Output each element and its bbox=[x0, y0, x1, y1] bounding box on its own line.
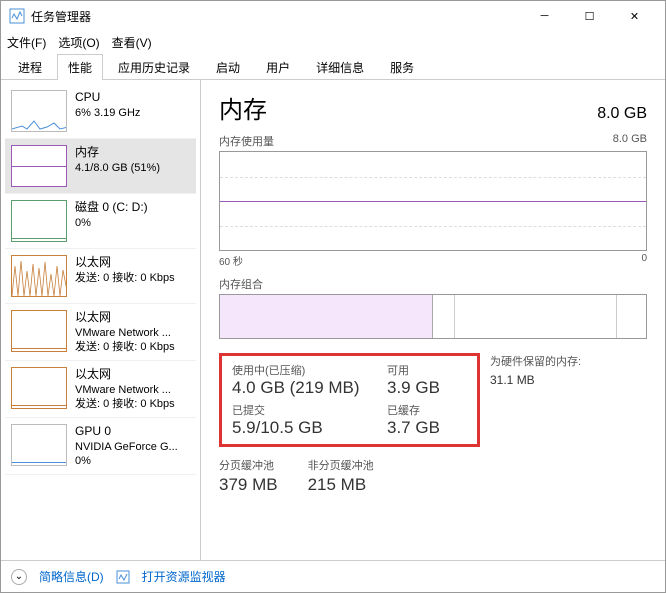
cpu-name: CPU bbox=[75, 90, 190, 104]
eth3-thumb bbox=[11, 367, 67, 409]
eth1-thumb bbox=[11, 255, 67, 297]
mem-name: 内存 bbox=[75, 145, 190, 159]
disk-sub: 0% bbox=[75, 216, 190, 230]
reserved-label: 为硬件保留的内存: bbox=[490, 353, 581, 369]
in-use-value: 4.0 GB (219 MB) bbox=[232, 378, 387, 398]
content-area: 内存 8.0 GB 内存使用量 8.0 GB 60 秒 0 内存组合 使用中(已… bbox=[201, 80, 665, 560]
mem-sub: 4.1/8.0 GB (51%) bbox=[75, 161, 190, 175]
eth3-name: 以太网 bbox=[75, 367, 190, 381]
tab-services[interactable]: 服务 bbox=[379, 54, 425, 80]
eth3-sub2: 发送: 0 接收: 0 Kbps bbox=[75, 397, 190, 411]
tab-startup[interactable]: 启动 bbox=[205, 54, 251, 80]
eth2-name: 以太网 bbox=[75, 310, 190, 324]
taskmgr-icon bbox=[9, 8, 25, 24]
open-resmon-link[interactable]: 打开资源监视器 bbox=[142, 568, 226, 585]
avail-label: 可用 bbox=[387, 362, 467, 378]
cpu-sub: 6% 3.19 GHz bbox=[75, 106, 190, 120]
gpu-thumb bbox=[11, 424, 67, 466]
axis-right: 0 bbox=[641, 253, 647, 268]
comp-label: 内存组合 bbox=[219, 276, 263, 292]
tab-processes[interactable]: 进程 bbox=[7, 54, 53, 80]
cached-value: 3.7 GB bbox=[387, 418, 467, 438]
usage-label: 内存使用量 bbox=[219, 133, 274, 149]
cpu-thumb bbox=[11, 90, 67, 132]
tab-users[interactable]: 用户 bbox=[255, 54, 301, 80]
nonpaged-label: 非分页缓冲池 bbox=[308, 457, 374, 473]
menu-view[interactable]: 查看(V) bbox=[112, 34, 152, 51]
eth3-sub1: VMware Network ... bbox=[75, 383, 190, 397]
cached-label: 已缓存 bbox=[387, 402, 467, 418]
sidebar-item-disk[interactable]: 磁盘 0 (C: D:) 0% bbox=[5, 194, 196, 249]
mem-thumb bbox=[11, 145, 67, 187]
disk-thumb bbox=[11, 200, 67, 242]
tab-details[interactable]: 详细信息 bbox=[305, 54, 375, 80]
eth2-sub2: 发送: 0 接收: 0 Kbps bbox=[75, 340, 190, 354]
sidebar-item-gpu[interactable]: GPU 0 NVIDIA GeForce G...0% bbox=[5, 418, 196, 475]
gpu-sub2: 0% bbox=[75, 454, 190, 468]
gpu-name: GPU 0 bbox=[75, 424, 190, 438]
in-use-label: 使用中(已压缩) bbox=[232, 362, 387, 378]
menu-file[interactable]: 文件(F) bbox=[7, 34, 46, 51]
main-area: CPU 6% 3.19 GHz 内存 4.1/8.0 GB (51%) 磁盘 0 (… bbox=[1, 80, 665, 560]
sidebar-item-cpu[interactable]: CPU 6% 3.19 GHz bbox=[5, 84, 196, 139]
sidebar: CPU 6% 3.19 GHz 内存 4.1/8.0 GB (51%) 磁盘 0 (… bbox=[1, 80, 201, 560]
reserved-value: 31.1 MB bbox=[490, 373, 581, 387]
nonpaged-value: 215 MB bbox=[308, 475, 374, 495]
page-title: 内存 bbox=[219, 90, 267, 125]
sidebar-item-memory[interactable]: 内存 4.1/8.0 GB (51%) bbox=[5, 139, 196, 194]
gpu-sub1: NVIDIA GeForce G... bbox=[75, 440, 190, 454]
tab-bar: 进程 性能 应用历史记录 启动 用户 详细信息 服务 bbox=[1, 53, 665, 80]
total-memory: 8.0 GB bbox=[597, 105, 647, 123]
sidebar-item-eth3[interactable]: 以太网 VMware Network ...发送: 0 接收: 0 Kbps bbox=[5, 361, 196, 418]
axis-left: 60 秒 bbox=[219, 253, 243, 268]
disk-name: 磁盘 0 (C: D:) bbox=[75, 200, 190, 214]
eth1-sub: 发送: 0 接收: 0 Kbps bbox=[75, 271, 190, 285]
avail-value: 3.9 GB bbox=[387, 378, 467, 398]
tab-app-history[interactable]: 应用历史记录 bbox=[107, 54, 201, 80]
commit-label: 已提交 bbox=[232, 402, 387, 418]
sidebar-item-eth2[interactable]: 以太网 VMware Network ...发送: 0 接收: 0 Kbps bbox=[5, 304, 196, 361]
eth1-name: 以太网 bbox=[75, 255, 190, 269]
eth2-thumb bbox=[11, 310, 67, 352]
paged-label: 分页缓冲池 bbox=[219, 457, 278, 473]
memory-composition-chart bbox=[219, 294, 647, 339]
memory-usage-chart bbox=[219, 151, 647, 251]
commit-value: 5.9/10.5 GB bbox=[232, 418, 387, 438]
tab-performance[interactable]: 性能 bbox=[57, 54, 103, 80]
eth2-sub1: VMware Network ... bbox=[75, 326, 190, 340]
close-button[interactable]: ✕ bbox=[612, 1, 657, 31]
paged-value: 379 MB bbox=[219, 475, 278, 495]
brief-info-link[interactable]: 简略信息(D) bbox=[39, 568, 104, 585]
stats-highlight-box: 使用中(已压缩)4.0 GB (219 MB) 可用3.9 GB 已提交5.9/… bbox=[219, 353, 480, 447]
chevron-down-icon[interactable]: ⌄ bbox=[11, 569, 27, 585]
menu-options[interactable]: 选项(O) bbox=[58, 34, 99, 51]
maximize-button[interactable]: ☐ bbox=[567, 1, 612, 31]
resmon-icon bbox=[116, 570, 130, 584]
window-title: 任务管理器 bbox=[31, 8, 522, 25]
minimize-button[interactable]: ─ bbox=[522, 1, 567, 31]
footer: ⌄ 简略信息(D) 打开资源监视器 bbox=[1, 560, 665, 592]
usage-max: 8.0 GB bbox=[613, 133, 647, 149]
titlebar: 任务管理器 ─ ☐ ✕ bbox=[1, 1, 665, 31]
menubar: 文件(F) 选项(O) 查看(V) bbox=[1, 31, 665, 53]
sidebar-item-eth1[interactable]: 以太网发送: 0 接收: 0 Kbps bbox=[5, 249, 196, 304]
